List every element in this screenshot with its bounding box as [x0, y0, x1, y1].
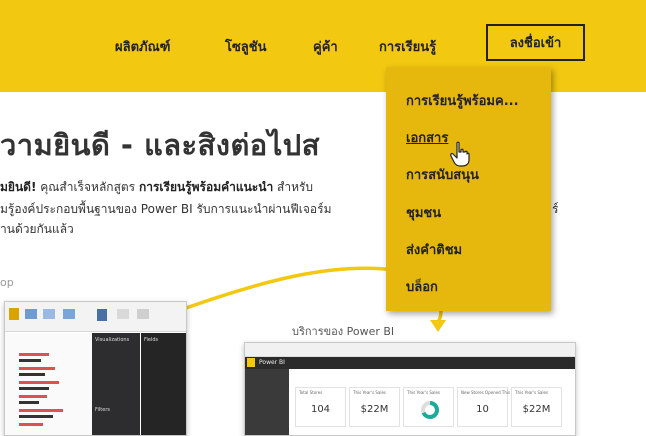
- nav-products[interactable]: ผลิตภัณฑ์: [115, 36, 170, 57]
- fields-label: Fields: [144, 337, 159, 343]
- intro-bold-start: มยินดี!: [0, 180, 37, 194]
- tile-sales-2[interactable]: This Year's Sales $22M: [511, 387, 562, 427]
- service-nav-pane: [245, 369, 289, 435]
- intro-line-2: มรู้องค์ประกอบพื้นฐานของ Power BI รับการ…: [0, 202, 332, 216]
- dropdown-item-community[interactable]: ชุมชน: [406, 202, 441, 223]
- intro-line-3: านด้วยกันแล้ว: [0, 222, 74, 236]
- tile-total-stores[interactable]: Total Stores 104: [295, 387, 346, 427]
- desktop-ribbon: [5, 302, 186, 332]
- visualizations-label: Visualizations: [95, 337, 130, 343]
- tile-new-stores[interactable]: New Stores Opened This Year 10: [457, 387, 520, 427]
- dropdown-item-documentation[interactable]: เอกสาร: [406, 127, 448, 148]
- browser-chrome: [245, 343, 575, 357]
- pointer-hand-icon: [450, 141, 470, 167]
- desktop-report-canvas: [5, 333, 92, 435]
- desktop-screenshot: Visualizations Filters Fields: [4, 301, 187, 436]
- dropdown-item-blog[interactable]: บล็อก: [406, 276, 438, 297]
- nav-learning[interactable]: การเรียนรู้: [379, 36, 436, 57]
- intro-line-2-tail: ร์: [552, 202, 559, 216]
- filters-label: Filters: [95, 407, 110, 413]
- nav-solutions[interactable]: โซลูชัน: [225, 36, 266, 57]
- fields-pane: Fields: [141, 333, 186, 435]
- visualizations-pane: Visualizations Filters: [92, 333, 140, 435]
- donut-chart-icon: [421, 401, 439, 419]
- intro-text-end: สำหรับ: [273, 180, 314, 194]
- page-title: วามยินดี - และสิงต่อไปส: [0, 128, 320, 162]
- dropdown-item-support[interactable]: การสนับสนุน: [406, 164, 479, 185]
- nav-partners[interactable]: คู่ค้า: [313, 36, 338, 57]
- service-app-name: Power BI: [259, 359, 285, 366]
- dropdown-item-feedback[interactable]: ส่งคำติชม: [406, 239, 462, 260]
- dropdown-item-guided-learning[interactable]: การเรียนรู้พร้อมค...: [406, 90, 519, 111]
- desktop-section-label: op: [0, 276, 14, 289]
- intro-bold-course[interactable]: การเรียนรู้พร้อมคำแนะนำ: [139, 180, 273, 194]
- tile-sales[interactable]: This Year's Sales $22M: [349, 387, 400, 427]
- intro-text: คุณสำเร็จหลักสูตร: [36, 180, 139, 194]
- service-header: Power BI: [245, 357, 575, 369]
- service-screenshot: Power BI Total Stores 104 This Year's Sa…: [244, 342, 576, 436]
- tile-sales-donut[interactable]: This Year's Sales: [403, 387, 454, 427]
- intro-line-1: มยินดี! คุณสำเร็จหลักสูตร การเรียนรู้พร้…: [0, 178, 313, 197]
- signin-button[interactable]: ลงชื่อเข้า: [486, 24, 585, 61]
- learning-dropdown-menu: การเรียนรู้พร้อมค... เอกสาร การสนับสนุน …: [386, 67, 551, 311]
